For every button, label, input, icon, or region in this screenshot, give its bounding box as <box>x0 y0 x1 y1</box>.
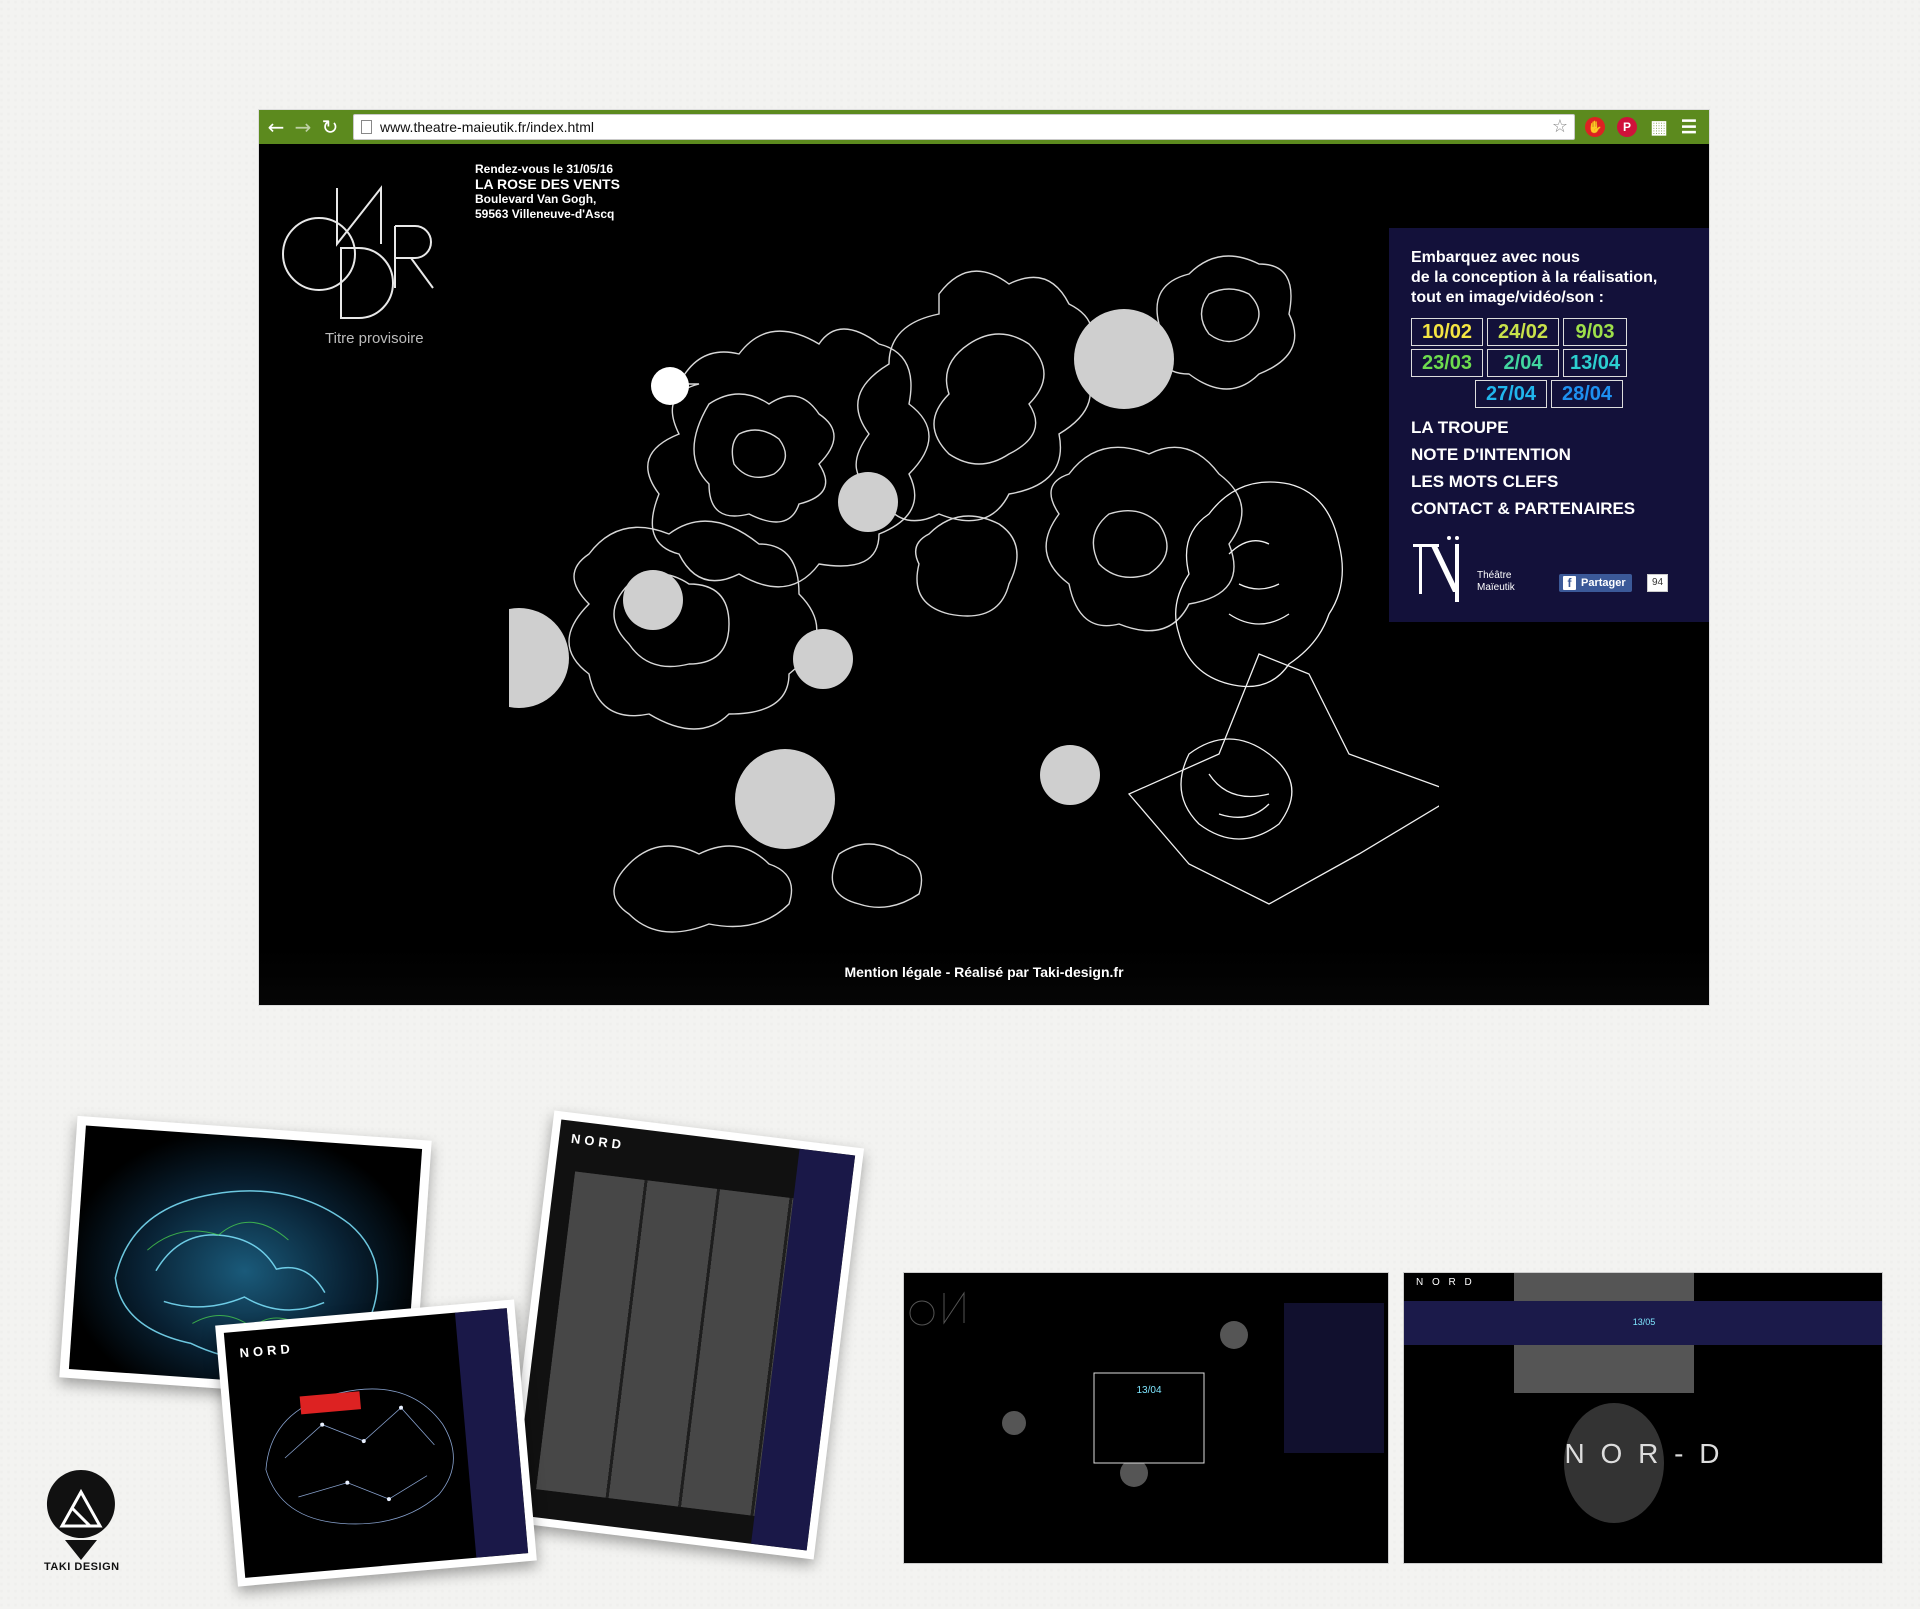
theatre-name: Théâtre Maïeutik <box>1477 570 1515 594</box>
site-footer: Mention légale - Réalisé par Taki-design… <box>259 947 1709 1005</box>
facebook-share-button[interactable]: f Partager <box>1559 574 1632 592</box>
reload-icon[interactable]: ↻ <box>319 116 341 138</box>
maze-artwork <box>509 255 1439 933</box>
nord-gallery-screen: NORD <box>512 1119 856 1551</box>
nord-network-screen: NORD <box>223 1308 529 1578</box>
browser-window: ← → ↻ www.theatre-maieutik.fr/index.html… <box>259 110 1709 1005</box>
back-arrow-icon[interactable]: ← <box>265 116 287 138</box>
footer-text[interactable]: Mention légale - Réalisé par Taki-design… <box>259 964 1709 980</box>
taki-design-label: TAKI DESIGN <box>44 1561 120 1573</box>
video-preview-image: 13/05 N O R D N O R - D <box>1404 1273 1882 1563</box>
theatre-name-line-2: Maïeutik <box>1477 582 1515 593</box>
event-venue: LA ROSE DES VENTS <box>475 176 620 192</box>
theatre-name-line-1: Théâtre <box>1477 570 1512 581</box>
menu-icon[interactable]: ☰ <box>1679 117 1699 137</box>
date-link[interactable]: 24/02 <box>1487 318 1559 346</box>
share-count: 94 <box>1647 574 1669 592</box>
intro-line-1: Embarquez avec nous <box>1411 249 1580 266</box>
date-link[interactable]: 9/03 <box>1563 318 1627 346</box>
screenshot-popup-preview: 13/04 <box>903 1272 1389 1564</box>
logo-subtitle: Titre provisoire <box>325 330 424 347</box>
taki-design-logo <box>46 1470 115 1560</box>
event-address-2: 59563 Villeneuve-d'Ascq <box>475 207 615 221</box>
menu-item-contact[interactable]: CONTACT & PARTENAIRES <box>1411 495 1635 522</box>
network-brain-illustration <box>265 1308 529 1558</box>
nord-gallery-card: NORD <box>503 1110 865 1560</box>
video-title: N O R - D <box>1565 1438 1724 1469</box>
date-link[interactable]: 13/04 <box>1563 349 1627 377</box>
theatre-maieutik-logo[interactable] <box>1411 536 1541 608</box>
website-page: Titre provisoire Rendez-vous le 31/05/16… <box>259 144 1709 1005</box>
menu-item-mots-clefs[interactable]: LES MOTS CLEFS <box>1411 468 1635 495</box>
date-link[interactable]: 27/04 <box>1475 380 1547 408</box>
browser-toolbar: ← → ↻ www.theatre-maieutik.fr/index.html… <box>259 110 1709 144</box>
nord-title: NORD <box>570 1130 626 1153</box>
forward-arrow-icon[interactable]: → <box>292 116 314 138</box>
pinterest-icon[interactable]: P <box>1617 117 1637 137</box>
menu-item-la-troupe[interactable]: LA TROUPE <box>1411 414 1635 441</box>
banner-date: 13/05 <box>1633 1317 1656 1327</box>
intro-line-3: tout en image/vidéo/son : <box>1411 289 1604 306</box>
date-link[interactable]: 23/03 <box>1411 349 1483 377</box>
intro-line-2: de la conception à la réalisation, <box>1411 269 1658 286</box>
bookmark-star-icon[interactable]: ☆ <box>1552 116 1568 137</box>
screenshot-video-preview: 13/05 N O R D N O R - D <box>1403 1272 1883 1564</box>
address-bar[interactable]: www.theatre-maieutik.fr/index.html ☆ <box>353 114 1575 140</box>
date-link[interactable]: 28/04 <box>1551 380 1623 408</box>
reader-icon[interactable]: ▦ <box>1649 117 1669 137</box>
date-link[interactable]: 10/02 <box>1411 318 1483 346</box>
photo-grid <box>536 1171 794 1516</box>
menu-item-note-intention[interactable]: NOTE D'INTENTION <box>1411 441 1635 468</box>
share-label: Partager <box>1581 577 1626 589</box>
nord-network-card: NORD <box>215 1299 537 1587</box>
facebook-icon: f <box>1563 576 1576 590</box>
adblock-icon[interactable]: ✋ <box>1585 117 1605 137</box>
info-panel: Embarquez avec nous de la conception à l… <box>1389 228 1709 622</box>
site-menu: LA TROUPE NOTE D'INTENTION LES MOTS CLEF… <box>1411 414 1635 522</box>
panel-intro: Embarquez avec nous de la conception à l… <box>1411 248 1701 308</box>
event-date: Rendez-vous le 31/05/16 <box>475 162 614 176</box>
page-icon <box>361 120 372 134</box>
url-text[interactable]: www.theatre-maieutik.fr/index.html <box>380 119 594 135</box>
popup-date: 13/04 <box>1136 1385 1161 1396</box>
date-link[interactable]: 2/04 <box>1487 349 1559 377</box>
popup-preview-image: 13/04 <box>904 1273 1388 1563</box>
event-address-1: Boulevard Van Gogh, <box>475 192 597 206</box>
nord-title: N O R D <box>1416 1277 1475 1288</box>
event-info: Rendez-vous le 31/05/16 LA ROSE DES VENT… <box>475 162 620 222</box>
